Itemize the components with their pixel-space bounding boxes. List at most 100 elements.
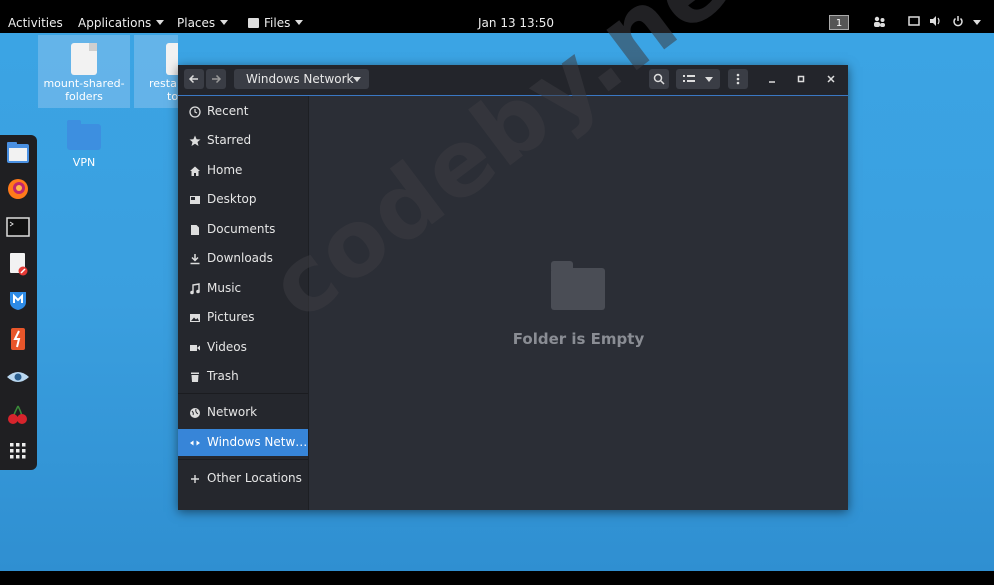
clock-label: Jan 13 13:50 [478, 16, 554, 30]
kebab-menu-icon [736, 73, 740, 85]
close-icon [827, 75, 835, 83]
clock-icon [189, 98, 201, 125]
files-app-menu[interactable]: Files [248, 16, 304, 30]
sidebar-item-pictures[interactable]: Pictures [178, 304, 308, 331]
activities-button[interactable]: Activities [8, 16, 63, 30]
chevron-down-icon [705, 76, 713, 82]
sidebar-item-label: Pictures [207, 310, 255, 324]
desktop-icon-label: VPN [72, 156, 96, 169]
workspace-number: 1 [835, 18, 843, 29]
sidebar-item-documents[interactable]: Documents [178, 216, 308, 243]
workspace-indicator[interactable]: 1 [829, 15, 849, 30]
location-path-button[interactable]: Windows Network [234, 69, 369, 89]
minimize-button[interactable] [762, 69, 782, 89]
file-manager-window: Windows Network Recent Starred Home Desk… [178, 65, 848, 510]
sidebar-item-other-locations[interactable]: Other Locations [178, 465, 308, 492]
back-button[interactable] [184, 69, 204, 89]
system-menu-chevron-icon[interactable] [973, 20, 981, 25]
sidebar-item-label: Home [207, 163, 243, 177]
sidebar-item-label: Desktop [207, 192, 257, 206]
forward-button[interactable] [206, 69, 226, 89]
view-options-button[interactable] [676, 69, 720, 89]
malwarebytes-icon[interactable] [6, 288, 30, 312]
desktop-icon-vpn[interactable]: VPN [56, 118, 112, 169]
sidebar-item-label: Downloads [207, 251, 273, 265]
files-label: Files [264, 16, 291, 30]
search-button[interactable] [649, 69, 669, 89]
sidebar-item-music[interactable]: Music [178, 275, 308, 302]
text-editor-icon[interactable] [6, 252, 30, 276]
arrow-right-icon [212, 74, 222, 84]
desktop-icon-label: mount-shared- [43, 77, 125, 90]
header-bar: Windows Network [178, 65, 848, 96]
menu-button[interactable] [728, 69, 748, 89]
applications-label: Applications [78, 16, 152, 30]
desktop-icon-restart[interactable]: resta to [134, 35, 178, 108]
maximize-button[interactable] [791, 69, 811, 89]
desktop-icon-label: folders [65, 90, 103, 103]
chevron-down-icon [295, 20, 304, 25]
minimize-icon [769, 81, 775, 83]
files-cabinet-icon [248, 18, 259, 28]
sidebar-item-trash[interactable]: Trash [178, 363, 308, 390]
places-menu[interactable]: Places [177, 16, 229, 30]
download-icon [189, 245, 201, 272]
sidebar-item-label: Windows Netw… [207, 435, 308, 449]
music-icon [189, 275, 201, 302]
burpsuite-icon[interactable] [6, 327, 30, 351]
sidebar-separator [178, 393, 308, 394]
maximize-icon [797, 75, 805, 83]
network-icon [189, 399, 201, 426]
clock[interactable]: Jan 13 13:50 [478, 16, 554, 30]
sidebar-item-label: Videos [207, 340, 247, 354]
desktop-icon-mount-shared-folders[interactable]: mount-shared- folders [38, 35, 130, 108]
window-icon[interactable] [908, 15, 920, 29]
sidebar-item-label: Other Locations [207, 471, 302, 485]
video-icon [189, 334, 201, 361]
script-file-icon [71, 43, 97, 75]
places-label: Places [177, 16, 216, 30]
bottom-strip [0, 571, 994, 585]
sidebar-item-label: Network [207, 405, 258, 419]
empty-folder-icon [551, 261, 605, 310]
activities-label: Activities [8, 16, 63, 30]
sidebar-item-label: Starred [207, 133, 252, 147]
places-sidebar: Recent Starred Home Desktop Documents Do… [178, 96, 309, 510]
script-file-icon [166, 43, 178, 75]
folder-icon [67, 120, 101, 150]
document-icon [189, 216, 201, 243]
firefox-icon[interactable] [6, 177, 30, 201]
empty-folder-message: Folder is Empty [512, 330, 645, 348]
power-icon[interactable] [952, 15, 964, 29]
sidebar-item-videos[interactable]: Videos [178, 334, 308, 361]
sidebar-item-downloads[interactable]: Downloads [178, 245, 308, 272]
home-icon [189, 157, 201, 184]
list-view-icon [683, 75, 695, 82]
app-grid-icon[interactable] [6, 439, 30, 463]
cherrytree-icon[interactable] [6, 403, 30, 427]
applications-menu[interactable]: Applications [78, 16, 165, 30]
desktop-icon [189, 186, 201, 213]
eye-icon[interactable] [6, 365, 30, 389]
path-label: Windows Network [246, 72, 354, 86]
sidebar-item-home[interactable]: Home [178, 157, 308, 184]
sidebar-item-label: Documents [207, 222, 276, 236]
close-button[interactable] [821, 69, 841, 89]
chevron-down-icon [220, 20, 229, 25]
volume-icon[interactable] [929, 15, 942, 29]
sidebar-item-label: Music [207, 281, 242, 295]
picture-icon [189, 304, 201, 331]
sidebar-item-desktop[interactable]: Desktop [178, 186, 308, 213]
desktop-icon-label: resta [149, 77, 177, 90]
star-icon [189, 127, 201, 154]
people-icon[interactable] [873, 15, 886, 29]
sidebar-item-label: Trash [207, 369, 239, 383]
file-view-area[interactable]: Folder is Empty [309, 96, 848, 510]
files-icon[interactable] [6, 141, 30, 165]
sidebar-item-starred[interactable]: Starred [178, 127, 308, 154]
sidebar-item-windows-network[interactable]: Windows Netw… [178, 429, 308, 456]
chevron-down-icon [353, 77, 361, 82]
sidebar-item-network[interactable]: Network [178, 399, 308, 426]
sidebar-item-recent[interactable]: Recent [178, 98, 308, 125]
terminal-icon[interactable] [6, 215, 30, 239]
